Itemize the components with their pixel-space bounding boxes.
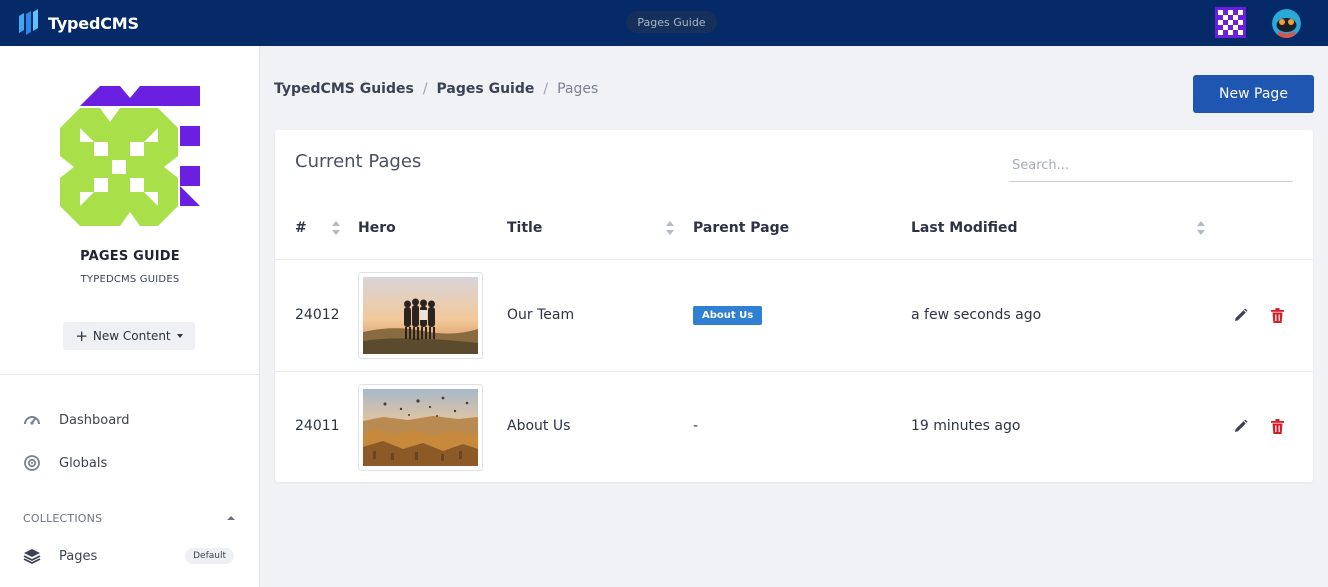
hero-thumbnail[interactable] [358, 384, 483, 471]
row-title[interactable]: Our Team [507, 305, 574, 325]
project-identicon [58, 86, 200, 228]
panel-title: Current Pages [295, 151, 422, 172]
user-avatar[interactable] [1272, 9, 1301, 38]
gauge-icon [22, 410, 42, 430]
new-content-button[interactable]: + New Content [63, 322, 195, 350]
sidebar-item-pages[interactable]: Pages Default [22, 543, 238, 569]
delete-icon[interactable] [1268, 306, 1286, 324]
row-last-modified: a few seconds ago [911, 307, 1042, 323]
sidebar-item-globals[interactable]: Globals [22, 450, 242, 476]
caret-up-icon [227, 516, 235, 520]
balloons-valley-image [363, 389, 478, 466]
project-subtitle: TYPEDCMS GUIDES [80, 274, 180, 285]
column-header-title[interactable]: Title [507, 218, 542, 238]
default-badge: Default [185, 548, 234, 564]
sidebar-item-dashboard[interactable]: Dashboard [22, 407, 242, 433]
sidebar: PAGES GUIDE TYPEDCMS GUIDES + New Conten… [0, 46, 260, 587]
project-title: PAGES GUIDE [80, 249, 180, 264]
layers-icon [22, 546, 42, 566]
plus-icon: + [75, 326, 88, 345]
new-content-label: New Content [92, 329, 171, 343]
parent-page-badge[interactable]: About Us [693, 305, 763, 325]
globe-icon [22, 453, 42, 473]
row-last-modified: 19 minutes ago [911, 418, 1021, 434]
hero-thumbnail[interactable] [358, 272, 483, 359]
breadcrumb-current: Pages [557, 81, 599, 97]
sidebar-item-label: Pages [59, 548, 98, 564]
row-id: 24011 [295, 418, 340, 434]
breadcrumb: TypedCMS Guides / Pages Guide / Pages [274, 79, 598, 99]
project-switcher-icon[interactable] [1215, 7, 1246, 38]
friends-sunset-image [363, 277, 478, 354]
column-header-hero: Hero [358, 220, 396, 236]
row-title[interactable]: About Us [507, 416, 570, 436]
row-id: 24012 [295, 307, 340, 323]
breadcrumb-item-guides[interactable]: TypedCMS Guides [274, 81, 414, 97]
collections-heading-label: COLLECTIONS [23, 511, 103, 525]
column-header-parent: Parent Page [693, 220, 790, 236]
table-row[interactable]: 24011 About Us - 19 minutes ago [275, 372, 1313, 483]
breadcrumb-separator: / [543, 81, 549, 97]
top-bar: TypedCMS Pages Guide [0, 0, 1328, 46]
collections-heading[interactable]: COLLECTIONS [23, 510, 237, 526]
row-parent-cell: About Us [693, 305, 763, 325]
sort-id-icon[interactable] [332, 221, 340, 235]
sidebar-item-label: Globals [59, 455, 108, 471]
column-header-modified[interactable]: Last Modified [911, 218, 1018, 238]
typedcms-logo-icon [19, 9, 38, 35]
edit-icon[interactable] [1231, 306, 1249, 324]
new-page-button[interactable]: New Page [1193, 75, 1314, 113]
row-parent: - [693, 418, 699, 434]
current-project-pill[interactable]: Pages Guide [626, 11, 717, 33]
sort-modified-icon[interactable] [1197, 221, 1205, 235]
search-input[interactable] [1009, 149, 1293, 182]
caret-down-icon [176, 334, 183, 338]
column-header-id[interactable]: # [295, 218, 307, 238]
sidebar-item-label: Dashboard [59, 412, 130, 428]
brand[interactable]: TypedCMS [18, 8, 139, 38]
breadcrumb-item-pages-guide[interactable]: Pages Guide [437, 81, 535, 97]
app-name: TypedCMS [48, 13, 139, 33]
breadcrumb-separator: / [422, 81, 428, 97]
pages-panel: Current Pages # Hero Title Parent Page L… [275, 130, 1313, 482]
delete-icon[interactable] [1268, 417, 1286, 435]
sort-title-icon[interactable] [666, 221, 674, 235]
table-row[interactable]: 24012 Our Team About Us a few seconds ag… [275, 260, 1313, 371]
edit-icon[interactable] [1231, 417, 1249, 435]
sidebar-divider [0, 374, 260, 375]
